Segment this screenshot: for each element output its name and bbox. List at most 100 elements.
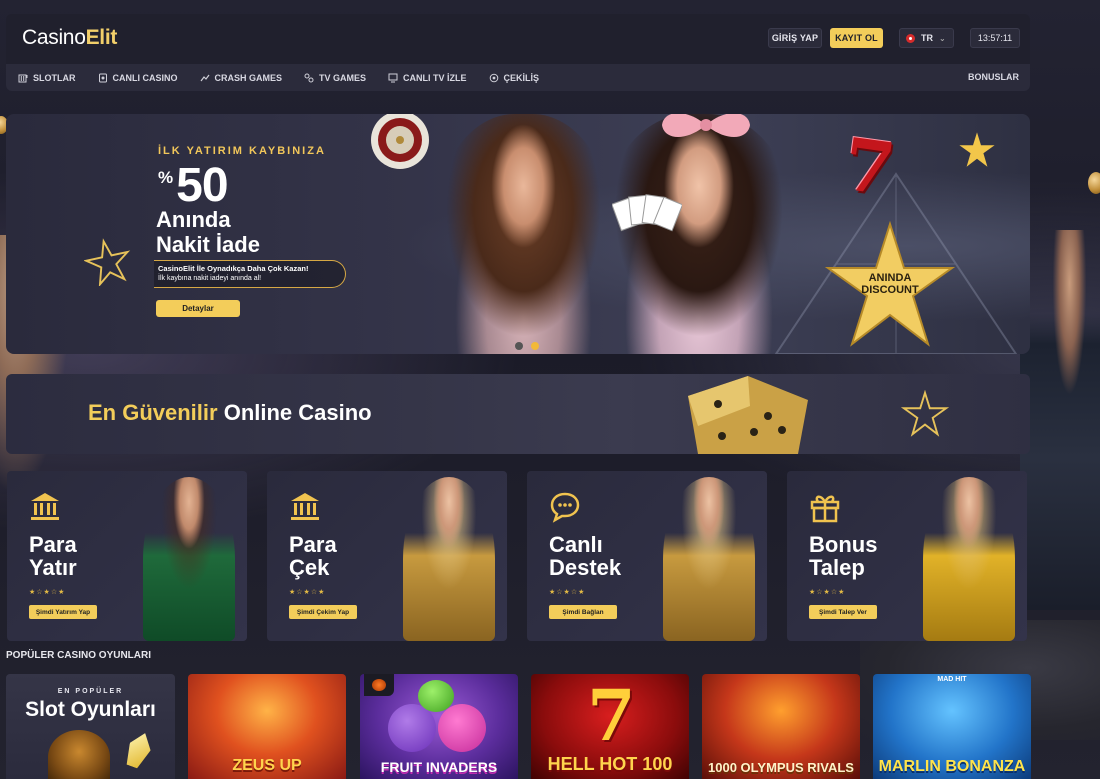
hero-banner[interactable]: İLK YATIRIM KAYBINIZA %50 Anında Nakit İ… (6, 114, 1030, 354)
card-title: Para Çek (289, 533, 337, 579)
hero-subtitle-box: CasinoElit İle Oynadıkça Daha Çok Kazan!… (154, 260, 346, 288)
language-selector[interactable]: TR ⌄ (899, 28, 954, 48)
game-title: MARLIN BONANZA (878, 758, 1026, 775)
game-tile-zeus-up[interactable]: ZEUS UP (188, 674, 346, 779)
card-woman-image (923, 477, 1015, 641)
slot-tile-title: Slot Oyunları (25, 698, 156, 721)
rating-stars-icon: ★☆★☆★ (289, 589, 326, 596)
logo-main-text: Casino (22, 26, 86, 49)
card-title-line1: Bonus (809, 532, 878, 557)
nav-item-canli-casino[interactable]: CANLI CASINO (98, 73, 178, 83)
register-button[interactable]: KAYIT OL (830, 28, 883, 48)
trust-title-highlight: En Güvenilir (88, 400, 218, 425)
card-woman-image (403, 477, 495, 641)
trust-title-rest: Online Casino (217, 400, 372, 425)
slot-tile-eyebrow: EN POPÜLER (57, 688, 124, 695)
gift-icon (810, 495, 840, 523)
card-title-line1: Para (29, 532, 77, 557)
pink-monster-image (438, 704, 486, 752)
discount-badge-text: ANINDA DISCOUNT (861, 272, 919, 296)
raffle-icon (489, 73, 498, 82)
carousel-dot-active[interactable] (531, 342, 539, 350)
nav-item-crash-games[interactable]: CRASH GAMES (200, 72, 283, 83)
hero-woman-right (604, 114, 794, 354)
game-title: 1000 OLYMPUS RIVALS (708, 760, 854, 775)
percent-symbol: % (158, 168, 173, 187)
card-title-line2: Talep (809, 555, 865, 580)
rating-stars-icon: ★☆★☆★ (809, 589, 846, 596)
card-woman-image (143, 477, 235, 641)
card-action-button[interactable]: Şimdi Talep Ver (809, 605, 877, 619)
game-tile-hell-hot[interactable]: 7 HELL HOT 100 (531, 674, 689, 779)
chevron-down-icon: ⌄ (939, 33, 946, 43)
hero-percent: %50 (158, 158, 229, 213)
crystal-icon (123, 729, 156, 770)
nav-label: CANLI TV İZLE (403, 72, 467, 83)
main-navigation: SLOTLAR CANLI CASINO CRASH GAMES TV GAME… (6, 64, 1030, 91)
game-subtitle: MAD HIT (937, 676, 967, 683)
game-tile-olympus-rivals[interactable]: 1000 OLYMPUS RIVALS (702, 674, 860, 779)
game-tile-marlin-bonanza[interactable]: MAD HIT MARLIN BONANZA (873, 674, 1031, 779)
login-button[interactable]: GİRİŞ YAP (768, 28, 822, 48)
crash-icon (200, 74, 209, 81)
star-outline-icon (84, 238, 131, 286)
lucky-seven-icon: 7 (587, 674, 636, 757)
game-title: FRUIT INVADERS (380, 759, 498, 775)
nav-item-cekilis[interactable]: ÇEKİLİŞ (489, 72, 540, 83)
nav-label: CANLI CASINO (112, 72, 178, 83)
hero-eyebrow: İLK YATIRIM KAYBINIZA (158, 145, 326, 157)
slot-machine-icon (18, 74, 28, 82)
nav-item-tv-games[interactable]: TV GAMES (304, 73, 366, 83)
nav-item-canli-tv[interactable]: CANLI TV İZLE (388, 73, 467, 83)
card-action-button[interactable]: Şimdi Bağlan (549, 605, 617, 619)
card-action-button[interactable]: Şimdi Yatırım Yap (29, 605, 97, 619)
gold-dice-icon (688, 376, 808, 454)
background-coin (1088, 172, 1100, 194)
nav-item-bonuslar[interactable]: BONUSLAR (968, 72, 1019, 82)
card-title-line2: Çek (289, 555, 330, 580)
card-title: Para Yatır (29, 533, 77, 579)
monkey-mascot-image (48, 730, 110, 779)
card-title-line1: Canlı (549, 532, 603, 557)
carousel-dot[interactable] (515, 342, 523, 350)
bank-icon (31, 493, 59, 520)
nav-label: ÇEKİLİŞ (503, 72, 540, 83)
card-para-cek[interactable]: Para Çek ★☆★☆★ Şimdi Çekim Yap (267, 471, 507, 641)
live-casino-icon (98, 73, 107, 82)
rating-stars-icon: ★☆★☆★ (29, 589, 66, 596)
card-title: Bonus Talep (809, 533, 877, 579)
hero-subtitle-line1: CasinoElit İle Oynadıkça Daha Çok Kazan! (158, 264, 309, 273)
card-bonus-talep[interactable]: Bonus Talep ★☆★☆★ Şimdi Talep Ver (787, 471, 1027, 641)
card-title-line1: Para (289, 532, 337, 557)
pink-bow-icon (662, 114, 750, 137)
nav-label: CRASH GAMES (214, 72, 283, 83)
hot-badge-icon (364, 674, 394, 696)
card-woman-image (663, 477, 755, 641)
game-title: ZEUS UP (232, 757, 302, 774)
tv-icon (388, 73, 398, 82)
casinoelit-logo[interactable]: CasinoElit (22, 26, 117, 50)
slot-games-tile[interactable]: EN POPÜLER Slot Oyunları (6, 674, 175, 779)
percent-value: 50 (176, 159, 228, 212)
game-title: HELL HOT 100 (547, 754, 673, 774)
site-header: CasinoElit GİRİŞ YAP KAYIT OL TR ⌄ 13:57… (6, 14, 1030, 64)
language-code: TR (921, 33, 933, 43)
tv-games-icon (304, 73, 314, 82)
details-button[interactable]: Detaylar (156, 300, 240, 317)
trust-banner: En Güvenilir Online Casino (6, 374, 1030, 454)
card-action-button[interactable]: Şimdi Çekim Yap (289, 605, 357, 619)
playing-cards-icon (612, 194, 682, 232)
hero-woman-left (436, 114, 611, 354)
popular-games-title: POPÜLER CASINO OYUNLARI (6, 650, 152, 661)
card-title-line2: Yatır (29, 555, 77, 580)
nav-item-slotlar[interactable]: SLOTLAR (18, 73, 76, 83)
gold-star-icon (959, 132, 995, 167)
rating-stars-icon: ★☆★☆★ (549, 589, 586, 596)
clock-display: 13:57:11 (970, 28, 1020, 48)
card-title: Canlı Destek (549, 533, 621, 579)
card-canli-destek[interactable]: Canlı Destek ★☆★☆★ Şimdi Bağlan (527, 471, 767, 641)
star-outline-icon (900, 390, 950, 437)
turkey-flag-icon (906, 33, 915, 43)
card-para-yatir[interactable]: Para Yatır ★☆★☆★ Şimdi Yatırım Yap (7, 471, 247, 641)
logo-accent-text: Elit (85, 26, 118, 49)
